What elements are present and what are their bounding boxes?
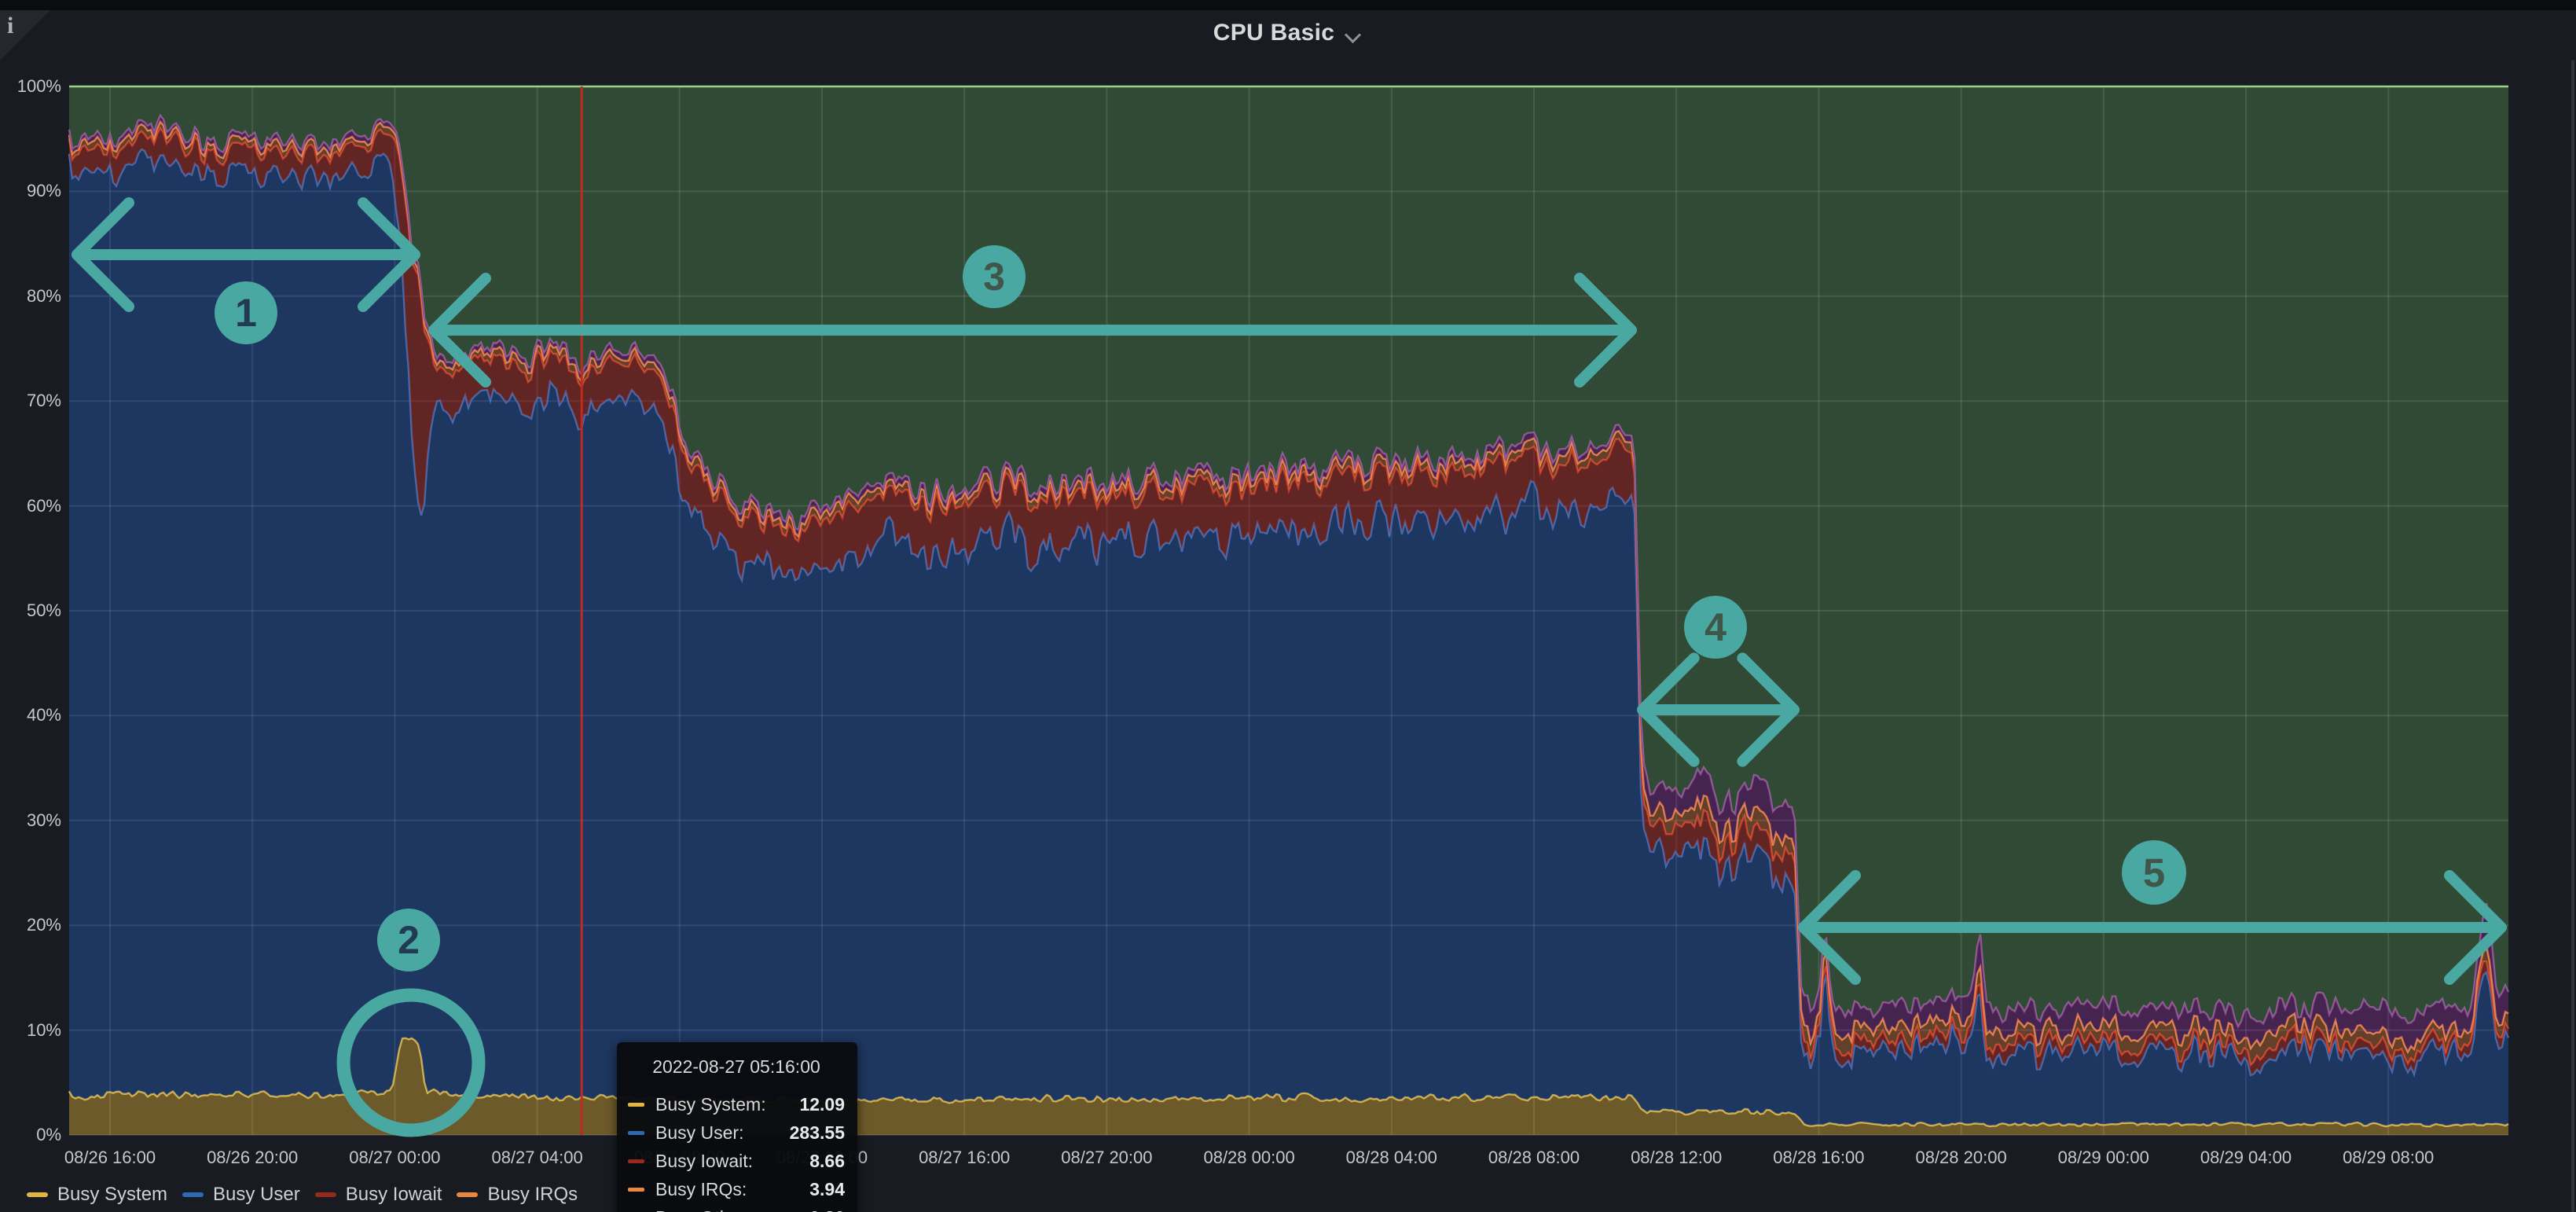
x-tick-label: 08/26 16:00 <box>64 1148 156 1168</box>
y-tick-label: 100% <box>0 76 61 97</box>
annotation-badge-3: 3 <box>963 245 1026 308</box>
y-tick-label: 10% <box>0 1020 61 1041</box>
legend: Busy System Busy User Busy Iowait Busy IRQs <box>27 1184 578 1206</box>
y-tick-label: 90% <box>0 181 61 201</box>
x-tick-label: 08/27 20:00 <box>1061 1148 1152 1168</box>
annotation-badge-1: 1 <box>215 281 277 344</box>
x-tick-label: 08/27 04:00 <box>491 1148 582 1168</box>
x-tick-label: 08/28 20:00 <box>1915 1148 2006 1168</box>
chart-tooltip: 2022-08-27 05:16:00 Busy System:12.09Bus… <box>617 1042 857 1212</box>
cpu-usage-chart[interactable] <box>0 0 2576 1212</box>
x-tick-label: 08/27 16:00 <box>919 1148 1010 1168</box>
y-tick-label: 80% <box>0 286 61 307</box>
legend-swatch <box>315 1192 336 1197</box>
tooltip-row: Busy User:283.55 <box>628 1118 845 1147</box>
series-color-dash <box>628 1103 644 1107</box>
legend-label: Busy Iowait <box>346 1184 442 1206</box>
series-color-dash <box>628 1131 644 1135</box>
tooltip-timestamp: 2022-08-27 05:16:00 <box>628 1056 845 1078</box>
x-tick-label: 08/27 00:00 <box>349 1148 440 1168</box>
x-tick-label: 08/28 00:00 <box>1203 1148 1294 1168</box>
x-tick-label: 08/28 08:00 <box>1488 1148 1580 1168</box>
y-tick-label: 70% <box>0 391 61 411</box>
legend-label: Busy IRQs <box>487 1184 578 1206</box>
legend-item[interactable]: Busy Iowait <box>315 1184 442 1206</box>
x-tick-label: 08/28 16:00 <box>1773 1148 1864 1168</box>
y-tick-label: 0% <box>0 1125 61 1145</box>
y-tick-label: 20% <box>0 915 61 935</box>
series-color-dash <box>628 1188 644 1192</box>
x-tick-label: 08/29 04:00 <box>2200 1148 2292 1168</box>
tooltip-row: Busy System:12.09 <box>628 1090 845 1118</box>
annotation-badge-5: 5 <box>2122 840 2186 905</box>
x-tick-label: 08/28 04:00 <box>1346 1148 1437 1168</box>
grafana-panel: CPU Basic i 0%10%20%30%40%50%60%70%80%90… <box>0 0 2576 1212</box>
y-tick-label: 40% <box>0 705 61 725</box>
legend-swatch <box>27 1192 48 1197</box>
legend-label: Busy System <box>57 1184 167 1206</box>
legend-item[interactable]: Busy User <box>182 1184 300 1206</box>
y-tick-label: 60% <box>0 496 61 516</box>
legend-label: Busy User <box>213 1184 300 1206</box>
y-tick-label: 30% <box>0 810 61 831</box>
legend-item[interactable]: Busy System <box>27 1184 167 1206</box>
x-tick-label: 08/29 00:00 <box>2058 1148 2149 1168</box>
annotation-badge-4: 4 <box>1684 596 1747 659</box>
legend-swatch <box>182 1192 204 1197</box>
x-tick-label: 08/28 12:00 <box>1631 1148 1722 1168</box>
tooltip-row: Busy IRQs:3.94 <box>628 1175 845 1203</box>
tooltip-row: Busy Iowait:8.66 <box>628 1147 845 1175</box>
series-color-dash <box>628 1159 644 1163</box>
scrollbar[interactable] <box>2571 60 2574 1212</box>
annotation-badge-2: 2 <box>377 909 440 971</box>
legend-swatch <box>457 1192 478 1197</box>
tooltip-row: Busy Other:0.80 <box>628 1203 845 1212</box>
x-tick-label: 08/29 08:00 <box>2343 1148 2434 1168</box>
y-tick-label: 50% <box>0 600 61 621</box>
legend-item[interactable]: Busy IRQs <box>457 1184 578 1206</box>
x-tick-label: 08/26 20:00 <box>207 1148 298 1168</box>
